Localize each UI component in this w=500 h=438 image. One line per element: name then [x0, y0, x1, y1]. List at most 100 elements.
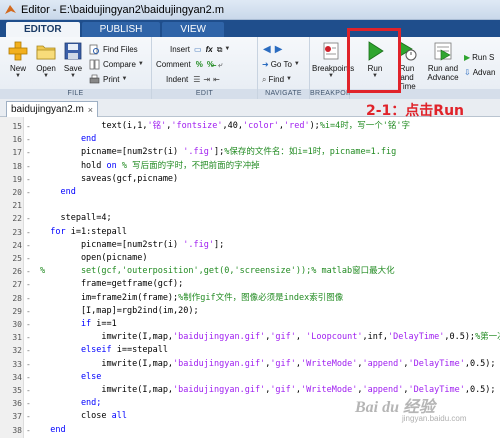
line-number: 22 [12, 214, 22, 224]
breakpoint-marker[interactable]: - [26, 226, 31, 239]
code-line[interactable]: 26-% set(gcf,'outerposition',get(0,'scre… [0, 265, 500, 278]
ribbon-tab-strip: EDITOR PUBLISH VIEW [0, 20, 500, 37]
code-line[interactable]: 29- [I,map]=rgb2ind(im,20); [0, 305, 500, 318]
wrap-comments-icon[interactable]: ⤶ [218, 58, 222, 71]
code-line[interactable]: 32- elseif i==stepall [0, 344, 500, 357]
breakpoint-marker[interactable]: - [26, 318, 31, 331]
breakpoint-marker[interactable]: - [26, 384, 31, 397]
code-line[interactable]: 16- end [0, 133, 500, 146]
code-text: [I,map]=rgb2ind(im,20); [40, 305, 199, 318]
line-number: 37 [12, 412, 22, 422]
code-line[interactable]: 38- end [0, 424, 500, 437]
comment-button[interactable]: Comment % %̶ ⤶ [156, 58, 222, 71]
code-line[interactable]: 28- im=frame2im(frame);%制作gif文件，图像必须是ind… [0, 292, 500, 305]
code-text: text(i,1,'铭','fontsize',40,'color','red'… [40, 120, 410, 133]
code-line[interactable]: 33- imwrite(I,map,'baidujingyan.gif','gi… [0, 358, 500, 371]
code-line[interactable]: 21 [0, 199, 500, 212]
line-number: 19 [12, 174, 22, 184]
breakpoint-marker[interactable]: - [26, 305, 31, 318]
breakpoint-marker[interactable]: - [26, 120, 31, 133]
code-line[interactable]: 25- open(picname) [0, 252, 500, 265]
breakpoints-button[interactable]: Breakpoints ▼ [312, 40, 354, 79]
function-list-icon[interactable]: ⧉ [217, 43, 223, 56]
code-line[interactable]: 20- end [0, 186, 500, 199]
document-tab[interactable]: baidujingyan2.m × [6, 101, 98, 117]
advance-button[interactable]: ⇩ Advan [464, 66, 500, 79]
indent-button[interactable]: Indent ☰ ⇥ ⇤ [166, 73, 220, 86]
line-number: 33 [12, 359, 22, 369]
code-line[interactable]: 15- text(i,1,'铭','fontsize',40,'color','… [0, 120, 500, 133]
line-number: 35 [12, 386, 22, 395]
code-token: 'WriteMode' [301, 358, 358, 369]
code-editor[interactable]: 15- text(i,1,'铭','fontsize',40,'color','… [0, 117, 500, 438]
code-line[interactable]: 34- else [0, 371, 500, 384]
tab-publish[interactable]: PUBLISH [81, 22, 161, 37]
increase-indent-icon[interactable]: ⇥ [203, 73, 210, 86]
code-token: 'color' [243, 121, 279, 131]
breakpoint-marker[interactable]: - [26, 371, 31, 384]
fx-icon[interactable]: fx [206, 43, 213, 56]
breakpoint-marker[interactable]: - [26, 212, 31, 225]
breakpoint-marker[interactable]: - [26, 265, 31, 278]
breakpoint-marker[interactable]: - [26, 239, 31, 252]
breakpoint-marker[interactable]: - [26, 397, 31, 410]
breakpoint-marker[interactable]: - [26, 252, 31, 265]
breakpoint-marker[interactable]: - [26, 424, 31, 437]
save-button[interactable]: Save ▼ [58, 40, 88, 79]
chevron-down-icon: ▼ [224, 46, 231, 52]
comment-percent-icon[interactable]: % [196, 58, 203, 71]
breakpoint-marker[interactable]: - [26, 331, 31, 344]
code-line[interactable]: 30- if i==1 [0, 318, 500, 331]
breakpoint-marker[interactable]: - [26, 133, 31, 146]
code-line[interactable]: 19- saveas(gcf,picname) [0, 173, 500, 186]
code-line[interactable]: 22- stepall=4; [0, 212, 500, 225]
code-line[interactable]: 27- frame=getframe(gcf); [0, 278, 500, 291]
code-line[interactable]: 18- hold on % 写后面的字时，不把前面的字冲掉 [0, 160, 500, 173]
print-button[interactable]: Print ▼ [89, 73, 127, 86]
code-text: picname=[num2str(i) '.fig'];%保存的文件名：如i=1… [40, 146, 396, 159]
code-line[interactable]: 17- picname=[num2str(i) '.fig'];%保存的文件名：… [0, 146, 500, 159]
chevron-down-icon: ▼ [137, 61, 144, 67]
code-line[interactable]: 24- picname=[num2str(i) '.fig']; [0, 239, 500, 252]
file-group-label: FILE [0, 89, 151, 99]
forward-arrow-icon[interactable]: ▶ [275, 43, 283, 56]
insert-button[interactable]: Insert ▭ fx ⧉ ▼ [170, 43, 230, 56]
breakpoint-marker[interactable]: - [26, 186, 31, 199]
new-button[interactable]: New ▼ [3, 40, 33, 79]
breakpoint-marker[interactable]: - [26, 160, 31, 173]
go-to-label: Go To [270, 60, 292, 69]
navigate-group: ◀ ▶ ➜ Go To ▼ ⌕ Find ▼ NAVIGATE [258, 37, 310, 99]
back-forward-buttons[interactable]: ◀ ▶ [263, 43, 282, 56]
line-number: 18 [12, 161, 22, 171]
open-button[interactable]: Open ▼ [31, 40, 61, 79]
code-line[interactable]: 23- for i=1:stepall [0, 226, 500, 239]
back-arrow-icon[interactable]: ◀ [263, 43, 271, 56]
breakpoint-marker[interactable]: - [26, 410, 31, 423]
run-section-button[interactable]: ▶ Run S [464, 51, 500, 64]
breakpoints-group: Breakpoints ▼ BREAKPOINTS [310, 37, 363, 99]
breakpoint-marker[interactable]: - [26, 173, 31, 186]
breakpoint-marker[interactable]: - [26, 292, 31, 305]
open-label: Open [36, 64, 56, 73]
window-title-bar: Editor - E:\baidujingyan2\baidujingyan2.… [0, 0, 500, 20]
run-and-advance-button[interactable]: Run and Advance [426, 40, 460, 82]
go-to-button[interactable]: ➜ Go To ▼ [262, 58, 300, 71]
advance-icon: ⇩ [464, 68, 471, 77]
decrease-indent-icon[interactable]: ⇤ [213, 73, 220, 86]
tab-editor[interactable]: EDITOR [6, 22, 80, 37]
breakpoint-marker[interactable]: - [26, 278, 31, 291]
uncomment-icon[interactable]: %̶ [207, 58, 214, 71]
smart-indent-icon[interactable]: ☰ [193, 73, 200, 86]
breakpoint-marker[interactable]: - [26, 344, 31, 357]
code-text: end; [40, 397, 101, 410]
tab-view[interactable]: VIEW [162, 22, 224, 37]
watermark-url: jingyan.baidu.com [402, 414, 467, 423]
code-line[interactable]: 31- imwrite(I,map,'baidujingyan.gif','gi… [0, 331, 500, 344]
find-button[interactable]: ⌕ Find ▼ [262, 73, 292, 86]
find-files-button[interactable]: Find Files [89, 43, 138, 56]
breakpoint-marker[interactable]: - [26, 358, 31, 371]
compare-button[interactable]: Compare ▼ [89, 58, 144, 71]
breakpoint-marker[interactable]: - [26, 146, 31, 159]
close-icon[interactable]: × [88, 105, 93, 115]
code-token: if [40, 319, 92, 329]
